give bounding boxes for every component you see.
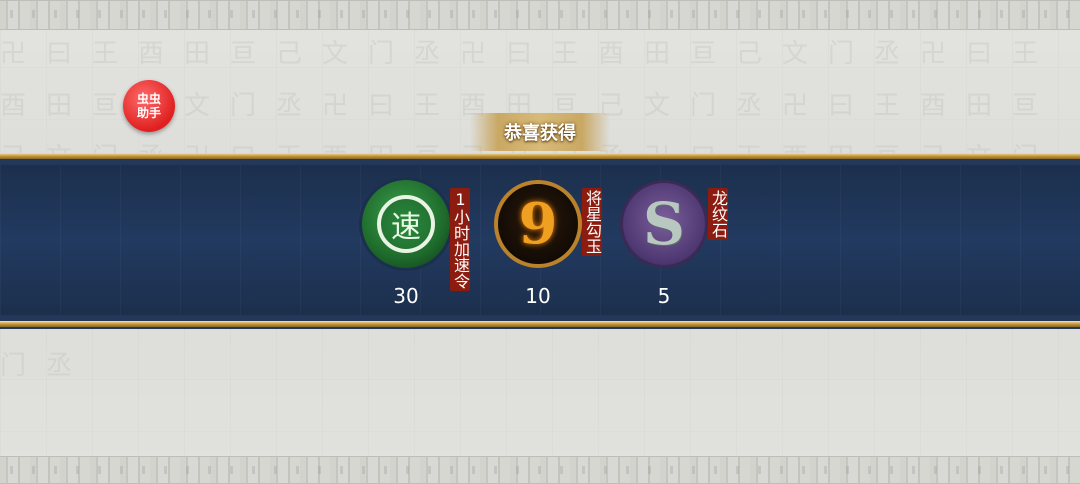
reward-name: 龙纹石 xyxy=(708,188,728,240)
dragon-glyph: S xyxy=(643,190,685,258)
banner-gold-trim-bottom xyxy=(0,321,1080,327)
dragon-stone-icon: S xyxy=(620,180,708,268)
reward-name: 1小时加速令 xyxy=(450,188,470,291)
title-plate: 恭喜获得 xyxy=(470,113,610,151)
reward-name: 将星勾玉 xyxy=(582,188,602,256)
magatama-icon: 9 xyxy=(494,180,582,268)
reward-item[interactable]: 速 1小时加速令 30 xyxy=(362,180,482,320)
reward-count: 30 xyxy=(393,284,419,308)
magatama-glyph: 9 xyxy=(518,191,558,257)
banner-gold-trim-top xyxy=(0,153,1080,159)
reward-count: 10 xyxy=(525,284,551,308)
dialog-title: 恭喜获得 xyxy=(504,123,576,144)
helper-button[interactable]: 虫虫 助手 xyxy=(123,80,175,132)
reward-count: 5 xyxy=(657,284,671,308)
speedup-glyph: 速 xyxy=(377,195,435,253)
reward-item[interactable]: 9 将星勾玉 10 xyxy=(494,180,614,320)
reward-item[interactable]: S 龙纹石 5 xyxy=(620,180,740,320)
speedup-jade-icon: 速 xyxy=(362,180,450,268)
